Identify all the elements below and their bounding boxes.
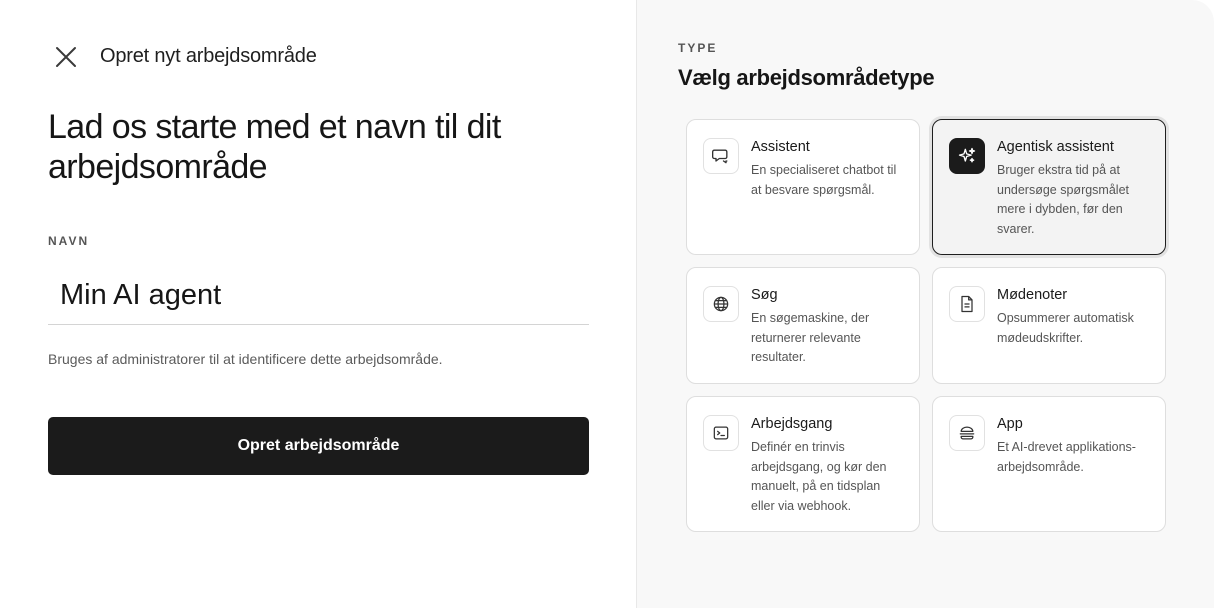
card-description: Et AI-drevet applikations-arbejdsområde. <box>997 440 1136 474</box>
name-helper-text: Bruges af administratorer til at identif… <box>48 351 443 367</box>
close-icon <box>56 47 76 67</box>
card-description: En specialiseret chatbot til at besvare … <box>751 163 897 197</box>
name-field-label: NAVN <box>48 234 90 248</box>
sparkles-icon <box>949 138 985 174</box>
card-title: Agentisk assistent <box>997 139 1114 155</box>
card-description: Bruger ekstra tid på at undersøge spørgs… <box>997 163 1130 236</box>
type-section-label: TYPE <box>678 41 718 55</box>
card-title: Søg <box>751 287 778 303</box>
type-card-agentisk-assistent[interactable]: Agentisk assistent Bruger ekstra tid på … <box>932 119 1166 255</box>
card-description: Definér en trinvis arbejdsgang, og kør d… <box>751 440 887 513</box>
type-card-app[interactable]: App Et AI-drevet applikations-arbejdsomr… <box>932 396 1166 532</box>
workspace-type-pane: TYPE Vælg arbejdsområdetype Assistent En… <box>637 0 1214 608</box>
workspace-name-input[interactable] <box>48 266 589 325</box>
type-card-moedenoter[interactable]: Mødenoter Opsummerer automatisk mødeudsk… <box>932 267 1166 384</box>
card-description: En søgemaskine, der returnerer relevante… <box>751 311 870 364</box>
type-card-soeg[interactable]: Søg En søgemaskine, der returnerer relev… <box>686 267 920 384</box>
card-description: Opsummerer automatisk mødeudskrifter. <box>997 311 1134 345</box>
type-card-arbejdsgang[interactable]: Arbejdsgang Definér en trinvis arbejdsga… <box>686 396 920 532</box>
workspace-name-pane: Opret nyt arbejdsområde Lad os starte me… <box>0 0 637 608</box>
close-button[interactable] <box>52 43 80 71</box>
chat-icon <box>703 138 739 174</box>
globe-icon <box>703 286 739 322</box>
create-workspace-modal: Opret nyt arbejdsområde Lad os starte me… <box>0 0 1214 608</box>
terminal-icon <box>703 415 739 451</box>
card-title: Arbejdsgang <box>751 416 833 432</box>
burger-icon <box>949 415 985 451</box>
card-title: Assistent <box>751 139 810 155</box>
type-section-title: Vælg arbejdsområdetype <box>678 65 935 90</box>
card-title: App <box>997 416 1023 432</box>
document-icon <box>949 286 985 322</box>
card-title: Mødenoter <box>997 287 1068 303</box>
create-workspace-button[interactable]: Opret arbejdsområde <box>48 417 589 475</box>
page-headline: Lad os starte med et navn til dit arbejd… <box>48 108 501 186</box>
type-card-assistent[interactable]: Assistent En specialiseret chatbot til a… <box>686 119 920 255</box>
modal-title: Opret nyt arbejdsområde <box>100 45 317 67</box>
